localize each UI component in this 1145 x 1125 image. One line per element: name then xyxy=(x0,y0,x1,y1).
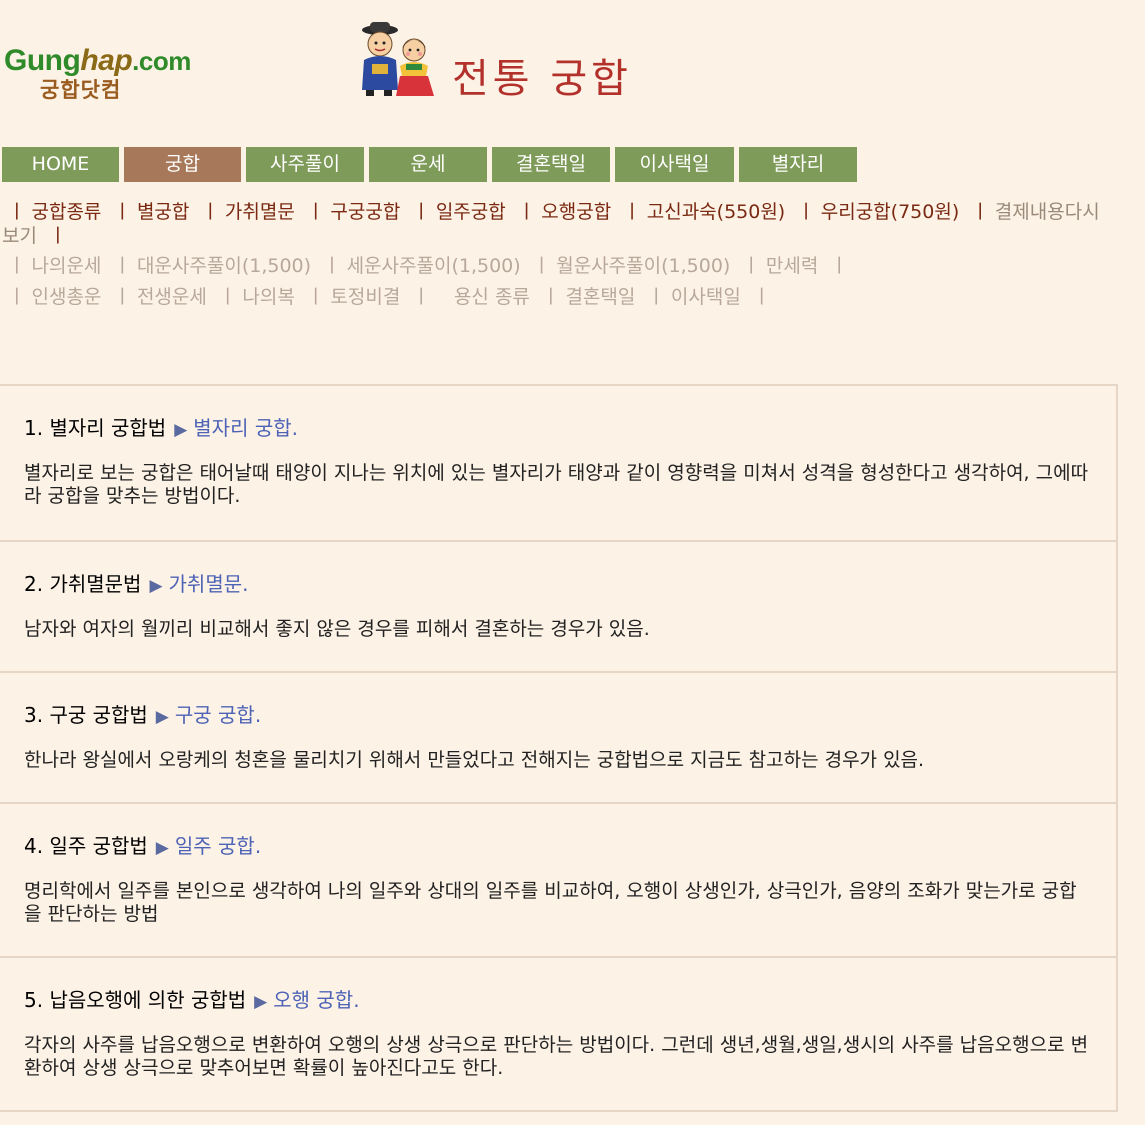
list-item: 5. 납음오행에 의한 궁합법 ▶ 오행 궁합. 각자의 사주를 납음오행으로 변환… xyxy=(0,958,1116,1112)
gunghap-submenu: ㅣ 궁합종류 ㅣ 별궁합 ㅣ 가취멸문 ㅣ 구궁궁합 ㅣ 일주궁합 ㅣ 오행궁합 ㅣ 고신과숙… xyxy=(2,201,1100,247)
submenu-link[interactable]: 월운사주풀이(1,500) xyxy=(556,255,730,277)
submenu-link[interactable]: 만세력 xyxy=(766,255,818,277)
submenu-link[interactable]: 별궁합 xyxy=(137,201,189,223)
main-nav: HOME 궁합 사주풀이 운세 결혼택일 이사택일 별자리 xyxy=(2,147,862,182)
section-heading: 5. 납음오행에 의한 궁합법 ▶ 오행 궁합. xyxy=(24,988,360,1012)
section-heading: 4. 일주 궁합법 ▶ 일주 궁합. xyxy=(24,834,262,858)
section-description: 별자리로 보는 궁합은 태어날때 태양이 지나는 위치에 있는 별자리가 태양과… xyxy=(24,462,1089,507)
list-item: 3. 구궁 궁합법 ▶ 구궁 궁합. 한나라 왕실에서 오랑케의 청혼을 물리치기 … xyxy=(0,673,1116,804)
section-description: 명리학에서 일주를 본인으로 생각하여 나의 일주와 상대의 일주를 비교하여,… xyxy=(24,880,1077,925)
section-description: 각자의 사주를 납음오행으로 변환하여 오행의 상생 상극으로 판단하는 방법이… xyxy=(24,1034,1089,1079)
couple-mascot-icon xyxy=(356,20,438,98)
site-logo[interactable]: Gunghap.com 궁합닷컴 xyxy=(4,44,219,110)
page-title: 전통 궁합 xyxy=(452,56,632,102)
arrow-right-icon: ▶ xyxy=(254,992,268,1012)
submenu-link[interactable]: 우리궁합(750원) xyxy=(821,201,960,223)
nav-tab-unse[interactable]: 운세 xyxy=(369,147,487,182)
submenu-link[interactable]: 오행궁합 xyxy=(541,201,611,223)
list-item: 1. 별자리 궁합법 ▶ 별자리 궁합. 별자리로 보는 궁합은 태어날때 태양이 … xyxy=(0,386,1116,542)
arrow-right-icon: ▶ xyxy=(155,838,169,858)
submenu-link[interactable]: 나의복 xyxy=(242,286,294,308)
submenu-link[interactable]: 대운사주풀이(1,500) xyxy=(137,255,311,277)
section-link[interactable]: 일주 궁합. xyxy=(175,834,261,858)
nav-tab-gunghap[interactable]: 궁합 xyxy=(124,147,241,182)
arrow-right-icon: ▶ xyxy=(174,420,188,440)
submenu-link[interactable]: 일주궁합 xyxy=(436,201,506,223)
submenu-link[interactable]: 용신 종류 xyxy=(454,286,530,308)
submenu-link[interactable]: 궁합종류 xyxy=(31,201,101,223)
submenu-link[interactable]: 이사택일 xyxy=(671,286,741,308)
submenu-link[interactable]: 전생운세 xyxy=(137,286,207,308)
arrow-right-icon: ▶ xyxy=(149,576,163,596)
submenu-link[interactable]: 나의운세 xyxy=(31,255,101,277)
section-link[interactable]: 별자리 궁합. xyxy=(193,416,298,440)
nav-tab-home[interactable]: HOME xyxy=(2,147,119,182)
section-link[interactable]: 가취멸문. xyxy=(169,572,249,596)
submenu-link[interactable]: 구궁궁합 xyxy=(330,201,400,223)
list-item: 2. 가취멸문법 ▶ 가취멸문. 남자와 여자의 월끼리 비교해서 좋지 않은 경우… xyxy=(0,542,1116,673)
submenu-link[interactable]: 토정비결 xyxy=(330,286,400,308)
submenu-link[interactable]: 결혼택일 xyxy=(565,286,635,308)
nav-tab-constellation[interactable]: 별자리 xyxy=(739,147,857,182)
nav-tab-wedding-date[interactable]: 결혼택일 xyxy=(492,147,610,182)
section-description: 남자와 여자의 월끼리 비교해서 좋지 않은 경우를 피해서 결혼하는 경우가 … xyxy=(24,618,650,640)
arrow-right-icon: ▶ xyxy=(155,707,169,727)
unse-submenu: ㅣ 나의운세 ㅣ 대운사주풀이(1,500) ㅣ 세운사주풀이(1,500) ㅣ 월운사… xyxy=(8,255,848,277)
section-link[interactable]: 오행 궁합. xyxy=(273,988,359,1012)
submenu-link[interactable]: 인생총운 xyxy=(31,286,101,308)
section-link[interactable]: 구궁 궁합. xyxy=(175,703,261,727)
gunghap-types-list: 1. 별자리 궁합법 ▶ 별자리 궁합. 별자리로 보는 궁합은 태어날때 태양이 … xyxy=(0,384,1118,1112)
submenu-link[interactable]: 세운사주풀이(1,500) xyxy=(347,255,521,277)
section-heading: 2. 가취멸문법 ▶ 가취멸문. xyxy=(24,572,249,596)
logo-wordmark: Gunghap.com xyxy=(4,44,191,77)
submenu-link[interactable]: 고신과숙(550원) xyxy=(647,201,786,223)
nav-tab-moving-date[interactable]: 이사택일 xyxy=(615,147,734,182)
list-item: 4. 일주 궁합법 ▶ 일주 궁합. 명리학에서 일주를 본인으로 생각하여 나의 … xyxy=(0,804,1116,958)
saju-submenu: ㅣ 인생총운 ㅣ 전생운세 ㅣ 나의복 ㅣ 토정비결 ㅣ 용신 종류 ㅣ 결혼택일 ㅣ 이사… xyxy=(8,286,771,308)
section-description: 한나라 왕실에서 오랑케의 청혼을 물리치기 위해서 만들었다고 전해지는 궁합… xyxy=(24,749,925,771)
section-heading: 1. 별자리 궁합법 ▶ 별자리 궁합. xyxy=(24,416,298,440)
submenu-link[interactable]: 가취멸문 xyxy=(225,201,295,223)
section-heading: 3. 구궁 궁합법 ▶ 구궁 궁합. xyxy=(24,703,262,727)
nav-tab-saju[interactable]: 사주풀이 xyxy=(246,147,364,182)
logo-korean: 궁합닷컴 xyxy=(40,78,122,102)
